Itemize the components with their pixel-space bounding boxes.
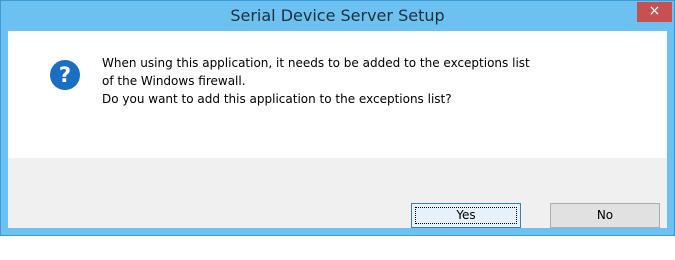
yes-button[interactable]: Yes	[411, 203, 521, 228]
no-button-label: No	[596, 208, 614, 222]
yes-button-label: Yes	[456, 208, 476, 222]
question-glyph: ?	[59, 63, 71, 87]
message-line: Do you want to add this application to t…	[102, 92, 452, 106]
message-text: When using this application, it needs to…	[102, 54, 652, 108]
no-button[interactable]: No	[550, 203, 660, 228]
dialog-window: Serial Device Server Setup × ? When usin…	[0, 0, 675, 236]
button-bar: Yes No	[8, 158, 667, 228]
message-line: of the Windows firewall.	[102, 74, 246, 88]
title-bar[interactable]: Serial Device Server Setup ×	[1, 1, 674, 31]
window-title: Serial Device Server Setup	[230, 6, 445, 25]
message-line: When using this application, it needs to…	[102, 56, 530, 70]
close-icon: ×	[648, 3, 661, 19]
question-icon: ?	[50, 60, 80, 90]
close-button[interactable]: ×	[637, 2, 672, 22]
